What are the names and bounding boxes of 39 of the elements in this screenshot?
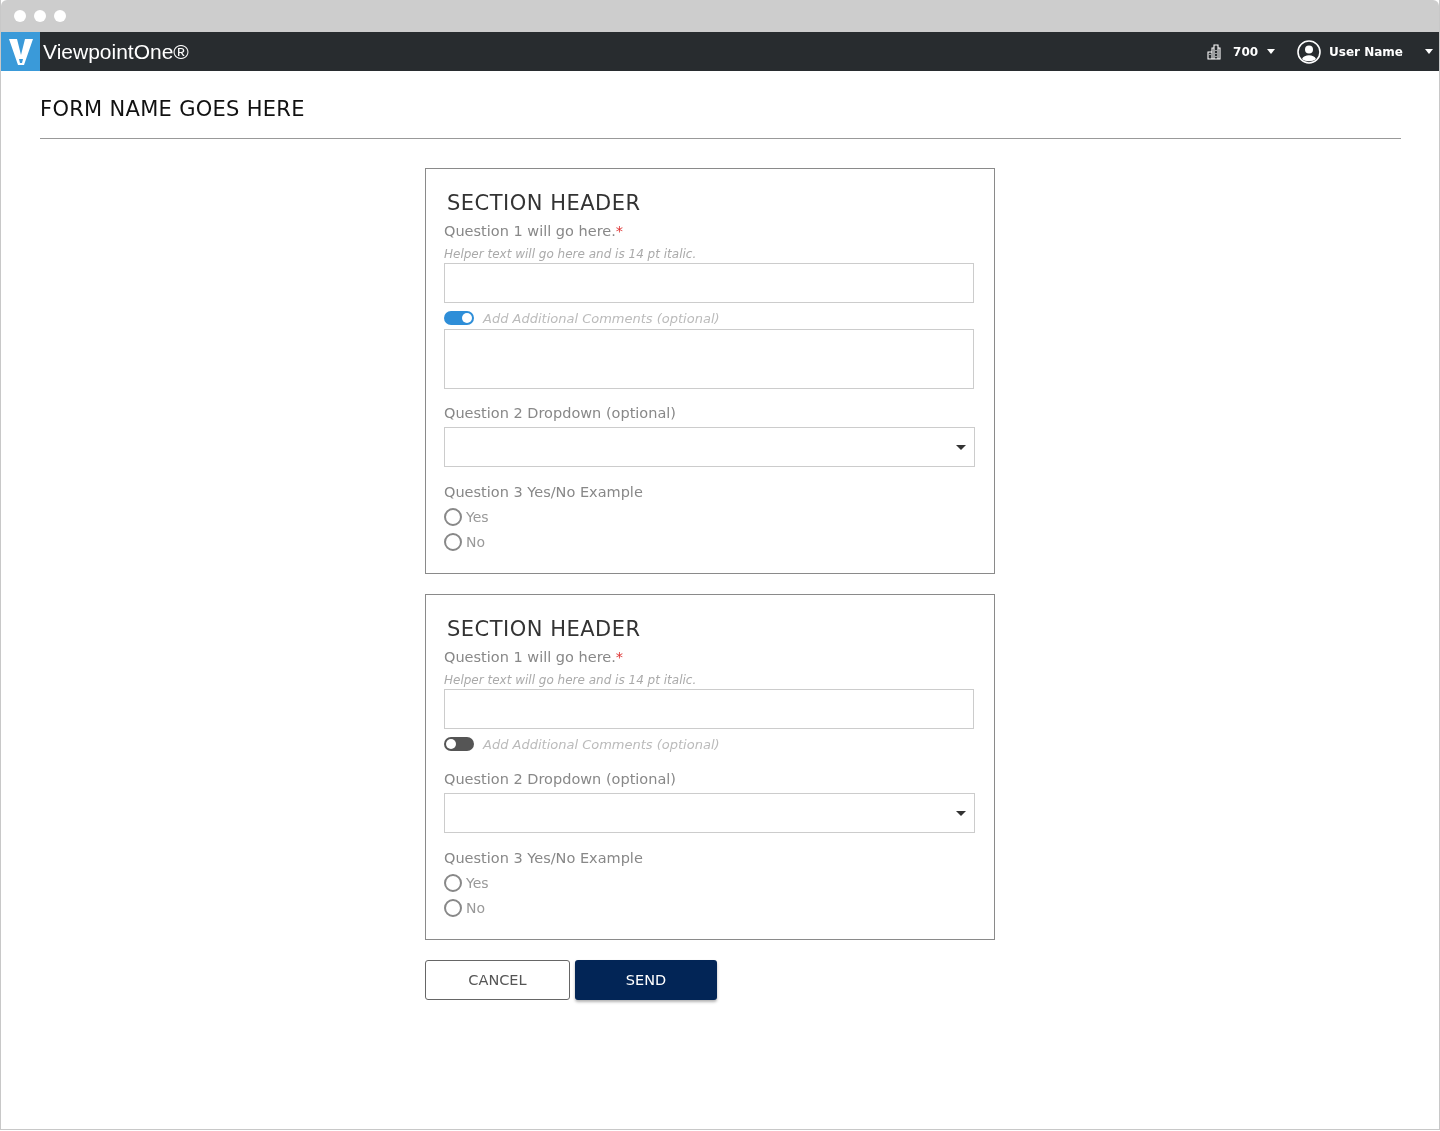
form-title: FORM NAME GOES HERE xyxy=(40,96,306,123)
dropdown-field[interactable] xyxy=(444,427,975,467)
question-label: Question 1 will go here.* xyxy=(444,649,625,665)
radio-button[interactable] xyxy=(444,507,462,526)
brand-name: ViewpointOne® xyxy=(43,39,189,64)
user-avatar-icon[interactable] xyxy=(1297,39,1322,64)
send-button[interactable]: SEND xyxy=(575,960,717,1000)
section-header: SECTION HEADER xyxy=(447,191,642,215)
dropdown-field[interactable] xyxy=(444,793,975,833)
radio-label: No xyxy=(466,899,486,916)
company-number[interactable]: 700 xyxy=(1233,44,1259,59)
radio-label: Yes xyxy=(466,508,489,525)
question-label: Question 2 Dropdown (optional) xyxy=(444,405,677,421)
caret-icon xyxy=(956,444,966,450)
text-input-field[interactable] xyxy=(444,689,974,729)
logo-icon[interactable] xyxy=(1,32,40,71)
toggle-label: Add Additional Comments (optional) xyxy=(483,310,720,326)
section-header: SECTION HEADER xyxy=(447,617,642,641)
helper-text: Helper text will go here and is 14 pt italic. xyxy=(444,673,698,687)
helper-text: Helper text will go here and is 14 pt italic. xyxy=(444,247,698,261)
cancel-button[interactable]: CANCEL xyxy=(425,960,570,1000)
question-label: Question 3 Yes/No Example xyxy=(444,850,644,866)
text-input-field[interactable] xyxy=(444,263,974,303)
toggle-switch[interactable] xyxy=(444,311,474,325)
caret-icon[interactable] xyxy=(1425,49,1433,54)
radio-button[interactable] xyxy=(444,898,462,917)
radio-button[interactable] xyxy=(444,873,462,892)
user-name[interactable]: User Name xyxy=(1329,44,1403,59)
question-label: Question 2 Dropdown (optional) xyxy=(444,771,677,787)
toggle-label: Add Additional Comments (optional) xyxy=(483,736,720,752)
radio-label: Yes xyxy=(466,874,489,891)
question-label: Question 1 will go here.* xyxy=(444,223,625,239)
question-label: Question 3 Yes/No Example xyxy=(444,484,644,500)
toggle-switch[interactable] xyxy=(444,737,474,751)
building-icon[interactable] xyxy=(1207,43,1224,60)
caret-icon[interactable] xyxy=(1267,49,1276,54)
radio-button[interactable] xyxy=(444,532,462,551)
caret-icon xyxy=(956,810,966,816)
radio-label: No xyxy=(466,533,486,550)
